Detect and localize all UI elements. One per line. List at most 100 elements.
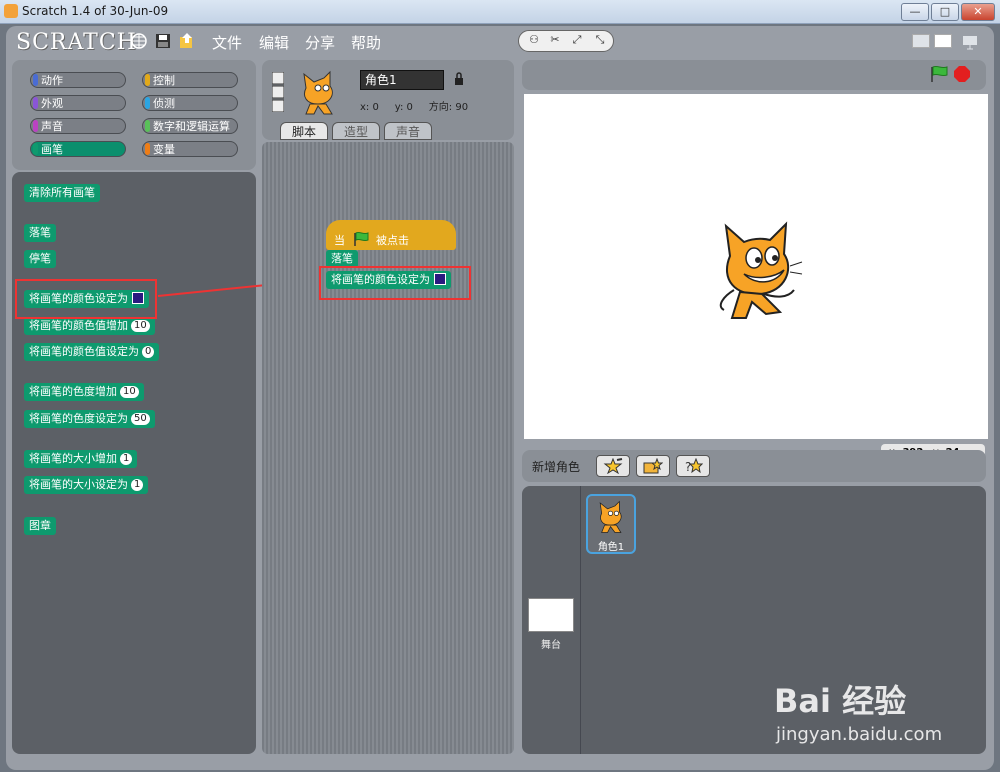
direction-value: 90 [455,102,469,113]
block-pen-down[interactable]: 落笔 [24,224,56,242]
category-label: 画笔 [41,143,63,156]
hat-block-when-flag-clicked[interactable]: 当 被点击 [326,220,456,250]
category-variables[interactable]: 变量 [142,141,238,157]
stage-canvas[interactable] [524,94,988,439]
block-label: 将画笔的大小增加 [29,452,117,465]
question-star-icon: ? [685,457,704,474]
green-flag-run-icon[interactable] [930,66,948,82]
baidu-watermark-logo: Bai 经验 [774,682,907,720]
category-control[interactable]: 控制 [142,72,238,88]
sprite-tools: ⚇ ✂ ⤢ ⤡ [518,30,614,52]
sprite-tile-sprite1[interactable]: 角色1 [586,494,636,554]
maximize-button[interactable]: □ [931,3,959,21]
sprite-info-panel: 角色1 x: 0 y: 0 方向: 90 脚本 造型 声音 [262,60,514,140]
rotation-style-icons[interactable] [272,72,284,112]
cat-sprite-icon[interactable] [704,214,804,326]
category-motion[interactable]: 动作 [30,72,126,88]
block-label: 将画笔的颜色值设定为 [29,345,139,358]
menu-bar: SCRATCH 文件 编辑 分享 帮助 ⚇ ✂ ⤢ ⤡ [6,26,994,58]
category-label: 动作 [41,74,63,87]
stop-sign-icon[interactable] [954,66,970,82]
y-value: 0 [406,102,413,113]
menu-help[interactable]: 帮助 [351,32,381,53]
number-input[interactable]: 1 [120,453,133,465]
stage-label: 舞台 [541,640,561,651]
globe-icon[interactable] [130,32,148,50]
close-button[interactable]: ✕ [961,3,995,21]
block-pen-up[interactable]: 停笔 [24,250,56,268]
sprite-name-field[interactable]: 角色1 [360,70,444,90]
scripts-area[interactable]: 当 被点击 落笔 将画笔的颜色设定为 [262,142,514,754]
menu-edit[interactable]: 编辑 [259,32,289,53]
block-change-pen-size[interactable]: 将画笔的大小增加 1 [24,450,138,468]
small-stage-layout-icon[interactable] [912,34,930,48]
save-icon[interactable] [154,32,172,50]
stage-thumbnail[interactable] [528,598,574,632]
minimize-button[interactable]: — [901,3,929,21]
number-input[interactable]: 50 [131,413,150,425]
direction-label: 方向: [428,102,453,113]
block-label: 将画笔的色度增加 [29,385,117,398]
sprite-thumbnail-cat-icon [303,70,333,115]
control-color-icon [145,74,150,86]
lock-icon[interactable] [454,72,464,86]
sprite1-cat-icon [599,500,622,533]
block-change-pen-shade[interactable]: 将画笔的色度增加 10 [24,383,144,401]
svg-text:?: ? [685,460,691,474]
category-sound[interactable]: 声音 [30,118,126,134]
paint-star-icon [603,457,623,475]
sound-color-icon [33,120,38,132]
baidu-watermark-url: jingyan.baidu.com [776,724,943,745]
number-input[interactable]: 1 [131,479,144,491]
menu-file[interactable]: 文件 [212,32,242,53]
looks-color-icon [33,97,38,109]
duplicate-stamp-icon[interactable]: ⚇ [525,33,543,49]
paint-new-sprite-button[interactable] [596,455,630,477]
category-operators[interactable]: 数字和逻辑运算 [142,118,238,134]
menu-share[interactable]: 分享 [305,32,335,53]
tab-sounds[interactable]: 声音 [384,122,432,140]
grow-icon[interactable]: ⤢ [568,33,586,49]
operators-color-icon [145,120,150,132]
scratch-app-icon [4,4,18,18]
number-input[interactable]: 10 [131,320,150,332]
category-panel: 动作 控制 外观 侦测 声音 数字和逻辑运算 画笔 变量 [12,60,256,170]
block-set-pen-size[interactable]: 将画笔的大小设定为 1 [24,476,149,494]
category-label: 数字和逻辑运算 [153,120,230,133]
motion-color-icon [33,74,38,86]
delete-scissors-icon[interactable]: ✂ [546,33,564,49]
scratch-logo: SCRATCH [16,30,137,55]
number-input[interactable]: 10 [120,386,139,398]
number-input[interactable]: 0 [142,346,155,358]
block-stamp[interactable]: 图章 [24,517,56,535]
new-sprite-label: 新增角色 [532,460,581,474]
highlight-box-palette [15,279,157,319]
pen-color-icon [33,143,38,155]
block-change-pen-color[interactable]: 将画笔的颜色值增加 10 [24,317,155,335]
sprite1-label: 角色1 [597,542,625,553]
hat-label-when: 当 [334,234,345,247]
block-set-pen-color-value[interactable]: 将画笔的颜色值设定为 0 [24,343,160,361]
new-sprite-bar: 新增角色 ? [522,450,986,482]
stage-divider [580,486,581,754]
choose-sprite-file-button[interactable] [636,455,670,477]
stage-header [522,60,986,90]
block-set-pen-shade[interactable]: 将画笔的色度设定为 50 [24,410,155,428]
window-title: Scratch 1.4 of 30-Jun-09 [22,4,169,18]
block-clear[interactable]: 清除所有画笔 [24,184,100,202]
presentation-mode-icon[interactable] [962,34,978,50]
normal-stage-layout-icon[interactable] [934,34,952,48]
block-label: 将画笔的颜色值增加 [29,319,128,332]
y-label: y: [394,102,404,113]
category-pen[interactable]: 画笔 [30,141,126,157]
tab-scripts[interactable]: 脚本 [280,122,328,140]
tab-costumes[interactable]: 造型 [332,122,380,140]
shrink-icon[interactable]: ⤡ [591,33,609,49]
category-label: 外观 [41,97,63,110]
category-sensing[interactable]: 侦测 [142,95,238,111]
random-sprite-button[interactable]: ? [676,455,710,477]
window-titlebar: Scratch 1.4 of 30-Jun-09 — □ ✕ [0,0,1000,24]
share-upload-icon[interactable] [178,32,196,50]
category-label: 声音 [41,120,63,133]
category-looks[interactable]: 外观 [30,95,126,111]
